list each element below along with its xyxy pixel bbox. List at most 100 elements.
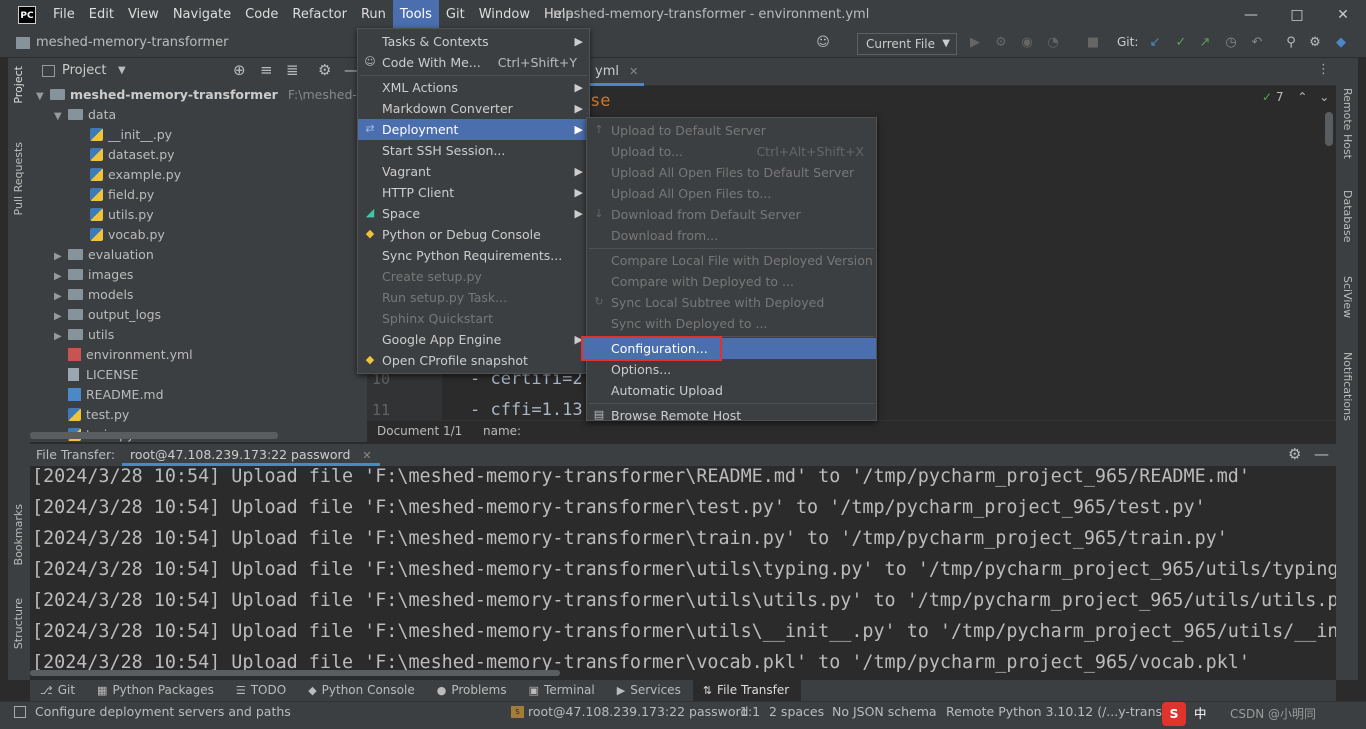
project-tool-tab[interactable]: Project (12, 66, 25, 104)
inspection-widget[interactable]: ✓ 7 ⌃ ⌄ (1262, 90, 1329, 104)
tree-item-data[interactable]: ▼ data (54, 105, 116, 125)
menu-item-tasks-contexts[interactable]: Tasks & Contexts ▶ (358, 31, 589, 52)
menu-item-code-with-me[interactable]: ☺ Code With Me... Ctrl+Shift+Y (358, 52, 589, 73)
menu-item-create-setup-py[interactable]: Create setup.py (358, 266, 589, 287)
menu-window[interactable]: Window (472, 0, 537, 30)
menu-navigate[interactable]: Navigate (166, 0, 238, 30)
menu-item-configuration[interactable]: Configuration... (581, 336, 722, 361)
chevron-down-icon[interactable]: ▼ (118, 65, 126, 76)
menu-item-space[interactable]: ◢ Space ▶ (358, 203, 589, 224)
menu-edit[interactable]: Edit (82, 0, 121, 30)
gear-icon[interactable]: ⚙ (318, 61, 331, 79)
tree-item--init-py[interactable]: __init__.py (76, 125, 172, 145)
tree-item-models[interactable]: ▶ models (54, 285, 133, 305)
tree-item-vocab-py[interactable]: vocab.py (76, 225, 165, 245)
profile-icon[interactable]: ◔ (1044, 34, 1062, 52)
menu-item-options[interactable]: Options... (587, 359, 876, 380)
bottom-tool-python-packages[interactable]: ▦ Python Packages (87, 680, 226, 701)
tree-item-images[interactable]: ▶ images (54, 265, 133, 285)
menu-item-download-from[interactable]: Download from... (587, 225, 876, 246)
ime-mode[interactable]: 中 (1194, 704, 1207, 724)
menu-item-deployment[interactable]: ⇄ Deployment ▶ (358, 119, 589, 140)
status-interpreter[interactable]: Remote Python 3.10.12 (/...y-transfor (946, 702, 1179, 722)
locate-icon[interactable]: ⊕ (233, 61, 246, 79)
menu-item-upload-to[interactable]: Upload to... Ctrl+Alt+Shift+X (587, 141, 876, 162)
menu-item-sync-python-requirements[interactable]: Sync Python Requirements... (358, 245, 589, 266)
status-schema[interactable]: No JSON schema (832, 702, 937, 722)
project-panel-title[interactable]: Project (62, 63, 106, 78)
tree-item-output-logs[interactable]: ▶ output_logs (54, 305, 161, 325)
chevron-down-icon[interactable]: ⌄ (1319, 90, 1329, 104)
menu-item-http-client[interactable]: HTTP Client ▶ (358, 182, 589, 203)
chevron-up-icon[interactable]: ⌃ (1297, 90, 1307, 104)
status-position[interactable]: 1:1 (740, 702, 760, 722)
status-server[interactable]: root@47.108.239.173:22 password (528, 702, 748, 722)
sciview-tool-tab[interactable]: SciView (1341, 276, 1354, 318)
bottom-tool-python-console[interactable]: ◆ Python Console (298, 680, 427, 701)
editor-scrollbar[interactable] (1325, 112, 1333, 146)
menu-refactor[interactable]: Refactor (285, 0, 354, 30)
toggle-tool-windows-icon[interactable] (14, 706, 26, 718)
breadcrumb-document[interactable]: Document 1/1 (377, 421, 462, 441)
menu-view[interactable]: View (121, 0, 166, 30)
menu-item-start-ssh-session[interactable]: Start SSH Session... (358, 140, 589, 161)
pull-requests-tool-tab[interactable]: Pull Requests (12, 142, 25, 215)
notifications-tool-tab[interactable]: Notifications (1341, 352, 1354, 421)
bottom-tool-git[interactable]: ⎇ Git (30, 680, 87, 701)
commit-icon[interactable]: ✓ (1172, 34, 1190, 52)
menu-item-compare-local-file-with-deployed-version[interactable]: Compare Local File with Deployed Version (587, 250, 876, 271)
run-icon[interactable]: ▶ (966, 34, 984, 52)
expand-all-icon[interactable]: ≡ (260, 61, 273, 79)
stop-icon[interactable]: ■ (1084, 34, 1102, 52)
menu-tools[interactable]: Tools (392, 0, 439, 30)
breadcrumb-key[interactable]: name: (483, 421, 521, 441)
history-icon[interactable]: ◷ (1222, 34, 1240, 52)
close-tab-icon[interactable]: ✕ (362, 449, 371, 462)
file-transfer-tab[interactable]: root@47.108.239.173:22 password ✕ (122, 444, 380, 466)
console-scrollbar[interactable] (30, 670, 560, 676)
menu-item-automatic-upload[interactable]: Automatic Upload (587, 380, 876, 401)
tree-item-utils-py[interactable]: utils.py (76, 205, 154, 225)
menu-item-download-from-default-server[interactable]: ↓ Download from Default Server (587, 204, 876, 225)
menu-file[interactable]: File (46, 0, 82, 30)
menu-item-sphinx-quickstart[interactable]: Sphinx Quickstart (358, 308, 589, 329)
push-icon[interactable]: ↗ (1196, 34, 1214, 52)
tree-item-environment-yml[interactable]: environment.yml (54, 345, 193, 365)
tree-item-dataset-py[interactable]: dataset.py (76, 145, 175, 165)
bottom-tool-todo[interactable]: ☰ TODO (226, 680, 298, 701)
menu-code[interactable]: Code (238, 0, 285, 30)
menu-item-markdown-converter[interactable]: Markdown Converter ▶ (358, 98, 589, 119)
tree-item-example-py[interactable]: example.py (76, 165, 181, 185)
jetbrains-icon[interactable]: ◆ (1332, 34, 1350, 52)
tree-root[interactable]: ▼ meshed-memory-transformer F:\meshed-mem (36, 85, 367, 105)
editor-tab[interactable]: yml ✕ (589, 58, 645, 86)
gear-icon[interactable]: ⚙ (1288, 445, 1301, 463)
menu-run[interactable]: Run (354, 0, 393, 30)
menu-item-upload-to-default-server[interactable]: ↑ Upload to Default Server (587, 120, 876, 141)
menu-item-sync-local-subtree-with-deployed[interactable]: ↻ Sync Local Subtree with Deployed (587, 292, 876, 313)
remote-host-tool-tab[interactable]: Remote Host (1341, 88, 1354, 159)
user-icon[interactable]: ☺ (814, 34, 832, 52)
close-button[interactable]: ✕ (1320, 0, 1366, 30)
menu-git[interactable]: Git (439, 0, 472, 30)
menu-item-upload-all-open-files-to[interactable]: Upload All Open Files to... (587, 183, 876, 204)
tree-item-field-py[interactable]: field.py (76, 185, 154, 205)
menu-item-xml-actions[interactable]: XML Actions ▶ (358, 77, 589, 98)
hide-icon[interactable]: — (1314, 445, 1329, 463)
horizontal-scrollbar[interactable] (30, 432, 278, 439)
status-indent[interactable]: 2 spaces (769, 702, 824, 722)
close-tab-icon[interactable]: ✕ (629, 65, 638, 78)
menu-item-google-app-engine[interactable]: Google App Engine ▶ (358, 329, 589, 350)
collapse-all-icon[interactable]: ≣ (286, 61, 299, 79)
rollback-icon[interactable]: ↶ (1248, 34, 1266, 52)
search-icon[interactable]: ⚲ (1282, 34, 1300, 52)
menu-item-compare-with-deployed-to[interactable]: Compare with Deployed to ... (587, 271, 876, 292)
bottom-tool-problems[interactable]: ● Problems (427, 680, 519, 701)
structure-tool-tab[interactable]: Structure (12, 598, 25, 649)
bottom-tool-file-transfer[interactable]: ⇅ File Transfer (692, 680, 802, 701)
tree-item-readme-md[interactable]: README.md (54, 385, 164, 405)
breadcrumb-project[interactable]: meshed-memory-transformer (36, 30, 228, 56)
tree-item-evaluation[interactable]: ▶ evaluation (54, 245, 154, 265)
tree-item-test-py[interactable]: test.py (54, 405, 129, 425)
bottom-tool-services[interactable]: ▶ Services (607, 680, 693, 701)
